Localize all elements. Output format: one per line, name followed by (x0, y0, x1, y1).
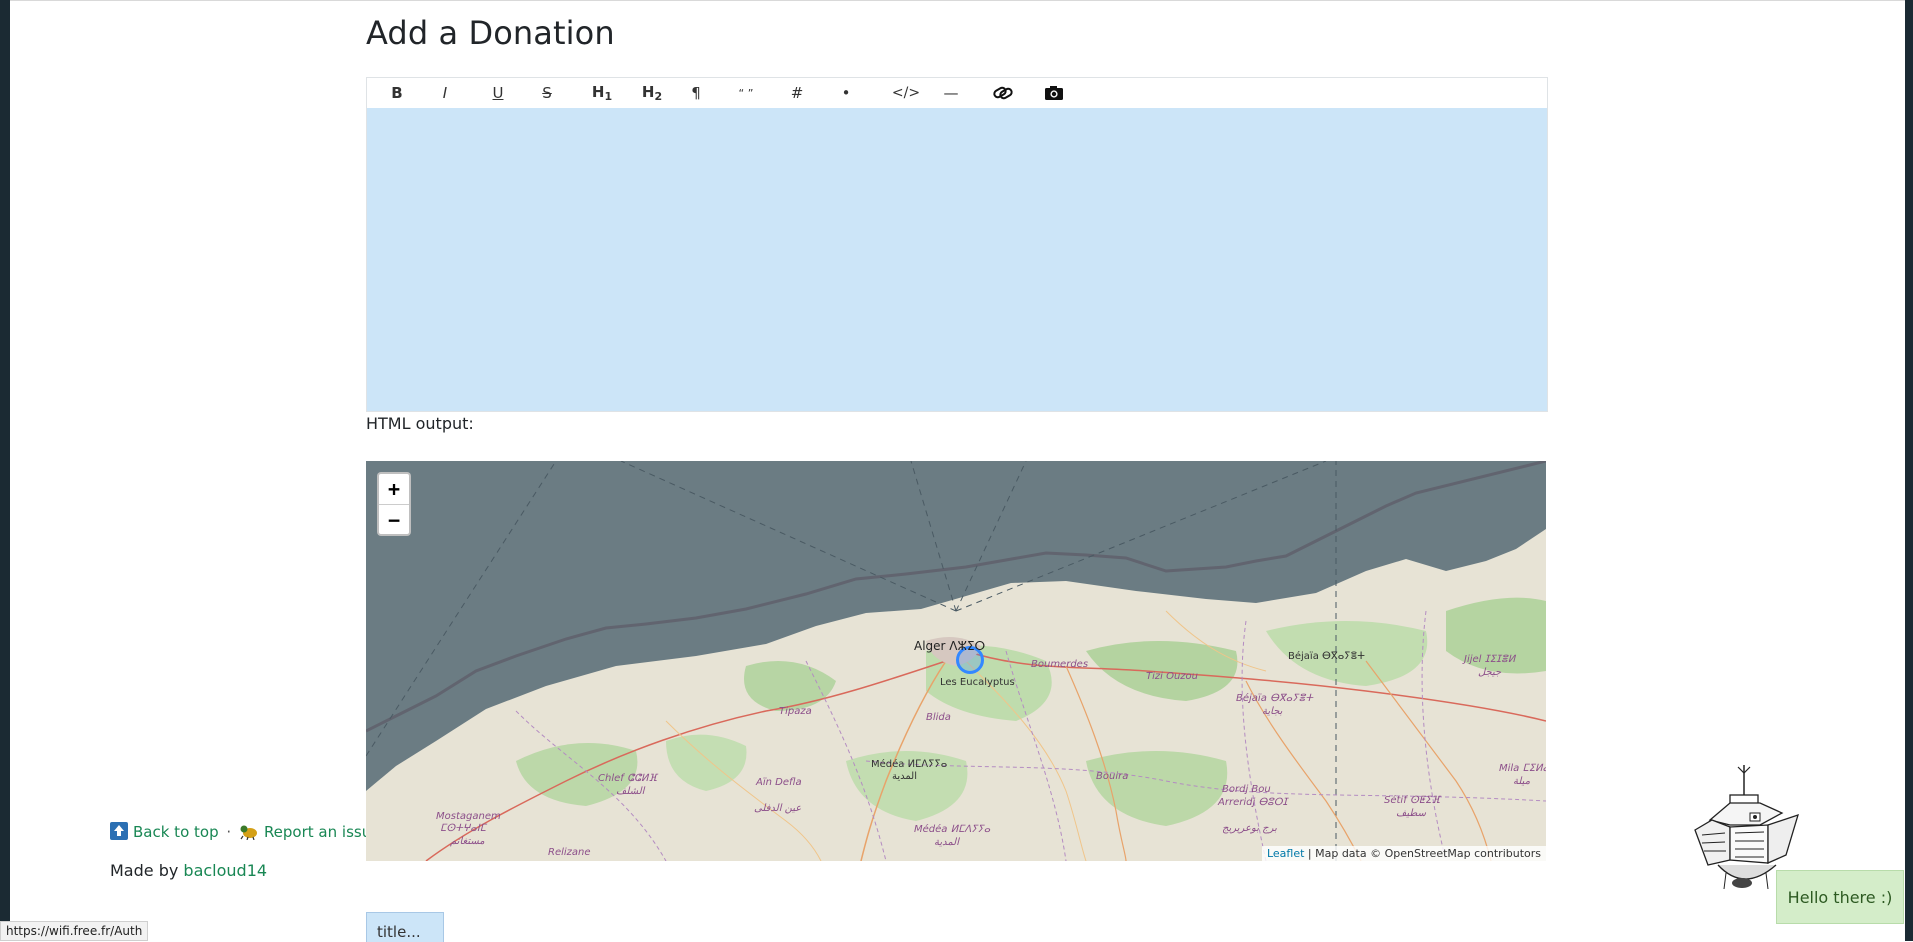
bullet-list-icon: • (841, 84, 851, 102)
code-button[interactable]: </> (889, 82, 923, 104)
dashed-line (910, 461, 957, 612)
zoom-out-button[interactable]: − (379, 504, 409, 534)
map-label-blida: Blida (926, 712, 951, 723)
zoom-control: + − (377, 472, 411, 536)
horizontal-rule-button[interactable]: — (934, 82, 968, 104)
map-label-jijel: Jijel ⵊⵉⵊⴻⵍ (1464, 654, 1516, 665)
strikethrough-button[interactable]: S (530, 82, 564, 104)
map-label-boumerdes: Boumerdes (1031, 659, 1089, 670)
author-link[interactable]: bacloud14 (183, 861, 267, 880)
heading2-level: 2 (654, 90, 663, 103)
map-label-bouira: Bouira (1096, 771, 1129, 782)
map-label-bejaia-province: Béjaïa ⴱⴳⴰⵢⴻⵜ (1236, 693, 1313, 704)
bold-button[interactable]: B (380, 82, 414, 104)
map-label-bordj: Bordj Bou (1222, 784, 1271, 795)
map-label-arreridj-ar: برج بوعريريج (1222, 823, 1277, 834)
heading2-button[interactable]: H2 (635, 82, 669, 104)
heading1-icon: H1 (592, 83, 612, 103)
map-label-bejaia: Béjaïa ⴱⴳⴰⵢⴻⵜ (1288, 651, 1365, 662)
footer-separator: · (226, 823, 232, 841)
map-label-medea: Médéa ⵍⵎⴷⵢⵢⴰ (871, 759, 948, 770)
toast-notification: Hello there :) (1776, 870, 1904, 924)
quote-icon: “ ” (738, 86, 754, 100)
leaflet-map[interactable]: Alger ⴷⵣⵉⵔ Les Eucalyptus Boumerdes Tizi… (366, 461, 1546, 861)
map-label-jijel-ar: جيجل (1478, 667, 1502, 678)
map-label-medea-province-ar: المدية (934, 837, 959, 848)
heading2-icon: H2 (642, 83, 662, 103)
camera-icon (1045, 86, 1063, 100)
heading1-letter: H (591, 83, 605, 101)
map-label-bejaia-province-ar: بجاية (1262, 706, 1283, 717)
map-label-arreridj: Arreridj ⴱⵓⵔⵊ (1218, 797, 1288, 808)
made-by: Made by bacloud14 (110, 861, 267, 880)
map-label-les-eucalyptus: Les Eucalyptus (940, 677, 1015, 688)
underline-icon: U (492, 84, 504, 102)
zoom-in-button[interactable]: + (379, 474, 409, 504)
status-bar-url: https://wifi.free.fr/Auth (0, 921, 149, 941)
code-icon: </> (891, 85, 921, 101)
right-window-edge (1905, 0, 1913, 941)
top-divider (10, 0, 1905, 1)
heading1-level: 1 (604, 90, 613, 103)
report-issue-link[interactable]: Report an issue (264, 823, 366, 841)
paragraph-icon: ¶ (691, 84, 701, 102)
map-label-tipaza: Tipaza (779, 706, 812, 717)
link-icon (993, 86, 1013, 100)
italic-icon: I (442, 84, 448, 102)
map-label-mostaganem-ar: مستغانم (450, 836, 485, 847)
map-label-mostaganem: Mostaganem (436, 811, 501, 822)
underline-button[interactable]: U (481, 82, 515, 104)
strikethrough-icon: S (542, 84, 552, 102)
map-label-alger: Alger ⴷⵣⵉⵔ (914, 639, 986, 653)
heading1-button[interactable]: H1 (585, 82, 619, 104)
map-label-chlef: Chlef ⵛⵛⵍⴼ (598, 773, 658, 784)
made-by-prefix: Made by (110, 861, 179, 880)
bold-icon: B (391, 84, 403, 102)
map-label-relizane: Relizane (548, 847, 591, 858)
map-attribution: Leaflet | Map data © OpenStreetMap contr… (1261, 846, 1546, 861)
page-title: Add a Donation (366, 14, 615, 52)
link-button[interactable] (986, 82, 1020, 104)
left-window-edge (0, 0, 10, 941)
html-output-label: HTML output: (366, 414, 474, 433)
ordered-list-button[interactable]: # (780, 82, 814, 104)
editor-toolbar: B I U S H1 H2 ¶ “ ” # • </> — (367, 78, 1547, 108)
attribution-text: | Map data © OpenStreetMap contributors (1307, 847, 1541, 860)
map-label-tizi-ouzou: Tizi Ouzou (1146, 671, 1199, 682)
map-label-ain-defla: Aïn Defla (756, 777, 802, 788)
title-input[interactable]: title... (366, 912, 444, 942)
paragraph-button[interactable]: ¶ (679, 82, 713, 104)
footer-links: Back to top · Report an issue · (110, 822, 366, 844)
bullet-list-button[interactable]: • (829, 82, 863, 104)
map-label-mostaganem-tifinagh: ⵎⵙⵜⵖⴰⵏⵎ (440, 823, 486, 834)
map-label-ain-defla-ar: عين الدفلى (754, 803, 802, 814)
italic-button[interactable]: I (428, 82, 462, 104)
bug-icon (239, 822, 259, 844)
horizontal-rule-icon: — (943, 84, 959, 102)
map-label-medea-ar: المدية (892, 771, 917, 782)
rich-text-editor: B I U S H1 H2 ¶ “ ” # • </> — (366, 77, 1548, 412)
map-label-mila-ar: ميلة (1513, 776, 1531, 787)
quote-button[interactable]: “ ” (729, 82, 763, 104)
leaflet-link[interactable]: Leaflet (1267, 847, 1304, 860)
map-label-setif-ar: سطيف (1396, 808, 1426, 819)
map-label-setif: Sétif ⵙⵟⵉⴼ (1384, 795, 1441, 806)
back-to-top-icon (110, 822, 128, 844)
image-button[interactable] (1037, 82, 1071, 104)
heading2-letter: H (641, 83, 655, 101)
ordered-list-icon: # (790, 84, 804, 102)
map-label-chlef-ar: الشلف (616, 786, 645, 797)
map-label-mila: Mila ⵎⵉⵍⴰ (1499, 763, 1546, 774)
editor-content-area[interactable] (367, 108, 1547, 411)
map-label-medea-province: Médéa ⵍⵎⴷⵢⵢⴰ (914, 824, 991, 835)
dashed-line (955, 461, 1327, 612)
back-to-top-link[interactable]: Back to top (133, 823, 219, 841)
dashed-line (620, 461, 957, 612)
